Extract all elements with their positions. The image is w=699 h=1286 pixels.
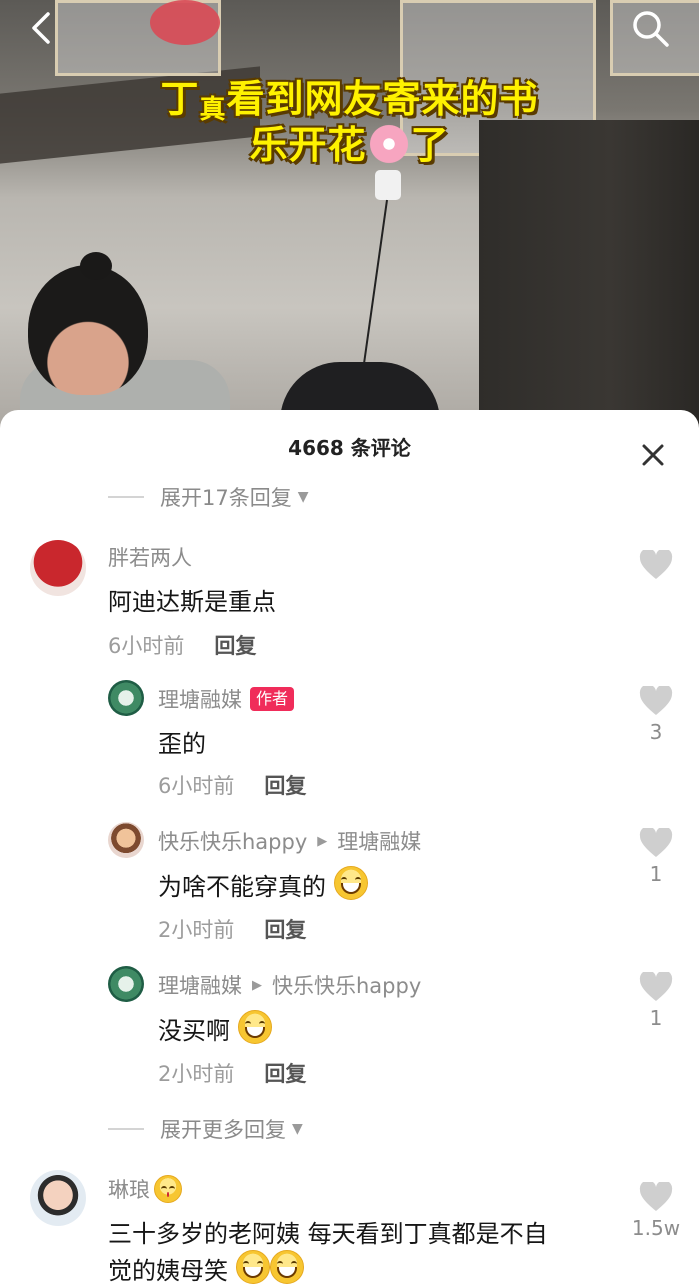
like-button[interactable]: 1	[639, 972, 673, 1030]
heart-icon	[639, 828, 673, 857]
avatar[interactable]	[108, 680, 144, 716]
security-camera	[375, 170, 401, 200]
avatar[interactable]	[108, 822, 144, 858]
triangle-down-icon: ▼	[292, 1121, 303, 1137]
comment-username[interactable]: 琳琅	[108, 1174, 182, 1204]
comment-text: 为啥不能穿真的	[158, 866, 368, 902]
comment-username[interactable]: 快乐快乐happy ▶ 理塘融媒	[158, 826, 421, 856]
comment-meta: 2小时前 回复	[158, 918, 307, 942]
comments-sheet: 4668 条评论 展开17条回复 ▼ 胖若两人 阿迪达斯是重点 6小时前 回复 理…	[0, 410, 699, 1285]
like-button[interactable]	[639, 550, 673, 584]
comment-meta: 6小时前 回复	[108, 634, 257, 658]
back-arrow-icon[interactable]	[22, 8, 62, 48]
expand-replies-button[interactable]: 展开17条回复 ▼	[108, 482, 309, 512]
grinning-emoji-icon	[237, 1010, 272, 1044]
author-badge: 作者	[250, 687, 295, 711]
video-caption-line2: 乐开花了	[249, 122, 450, 167]
avatar[interactable]	[108, 966, 144, 1002]
comment-text: 没买啊	[158, 1010, 272, 1046]
comment-meta: 2小时前 回复	[158, 1062, 307, 1086]
comment-username[interactable]: 理塘融媒 作者	[158, 684, 295, 714]
expand-more-replies-button[interactable]: 展开更多回复 ▼	[108, 1114, 303, 1144]
comment-username[interactable]: 胖若两人	[108, 542, 192, 572]
close-icon[interactable]	[636, 438, 670, 472]
reply-button[interactable]: 回复	[264, 1062, 306, 1086]
comment-text-line2: 觉的姨母笑	[108, 1250, 304, 1286]
heart-icon	[639, 550, 673, 579]
person-head	[28, 265, 148, 395]
cherry-blossom-icon	[366, 122, 411, 166]
hair-bun	[80, 252, 112, 280]
like-button[interactable]: 1.5w	[630, 1182, 682, 1240]
reply-button[interactable]: 回复	[214, 634, 256, 658]
avatar[interactable]	[30, 540, 86, 596]
heart-icon	[639, 1182, 673, 1211]
comment-meta: 6小时前 回复	[158, 774, 307, 798]
reply-button[interactable]: 回复	[264, 774, 306, 798]
red-decoration	[150, 0, 220, 45]
comment-username[interactable]: 理塘融媒 ▶ 快乐快乐happy	[158, 970, 421, 1000]
comment-text: 阿迪达斯是重点	[108, 588, 276, 616]
comment-text: 歪的	[158, 730, 206, 758]
like-button[interactable]: 1	[639, 828, 673, 886]
heart-icon	[639, 972, 673, 1001]
heart-icon	[639, 686, 673, 715]
reply-arrow-icon: ▶	[252, 977, 262, 993]
reply-button[interactable]: 回复	[264, 918, 306, 942]
comment-text-line1: 三十多岁的老阿姨 每天看到丁真都是不自	[108, 1220, 548, 1248]
video-player[interactable]: 丁真看到网友寄来的书 乐开花了	[0, 0, 699, 440]
search-icon[interactable]	[628, 6, 672, 50]
reply-arrow-icon: ▶	[317, 833, 328, 849]
laughing-emoji-icon	[333, 866, 368, 900]
divider-dash	[108, 496, 144, 498]
avatar[interactable]	[30, 1170, 86, 1226]
comments-count-title: 4668 条评论	[288, 436, 411, 460]
smile-emoji-icon	[235, 1250, 270, 1284]
smile-emoji-icon	[269, 1250, 304, 1284]
like-button[interactable]: 3	[639, 686, 673, 744]
triangle-down-icon: ▼	[297, 489, 309, 505]
kiss-emoji-icon	[154, 1175, 182, 1203]
divider-dash	[108, 1128, 144, 1130]
